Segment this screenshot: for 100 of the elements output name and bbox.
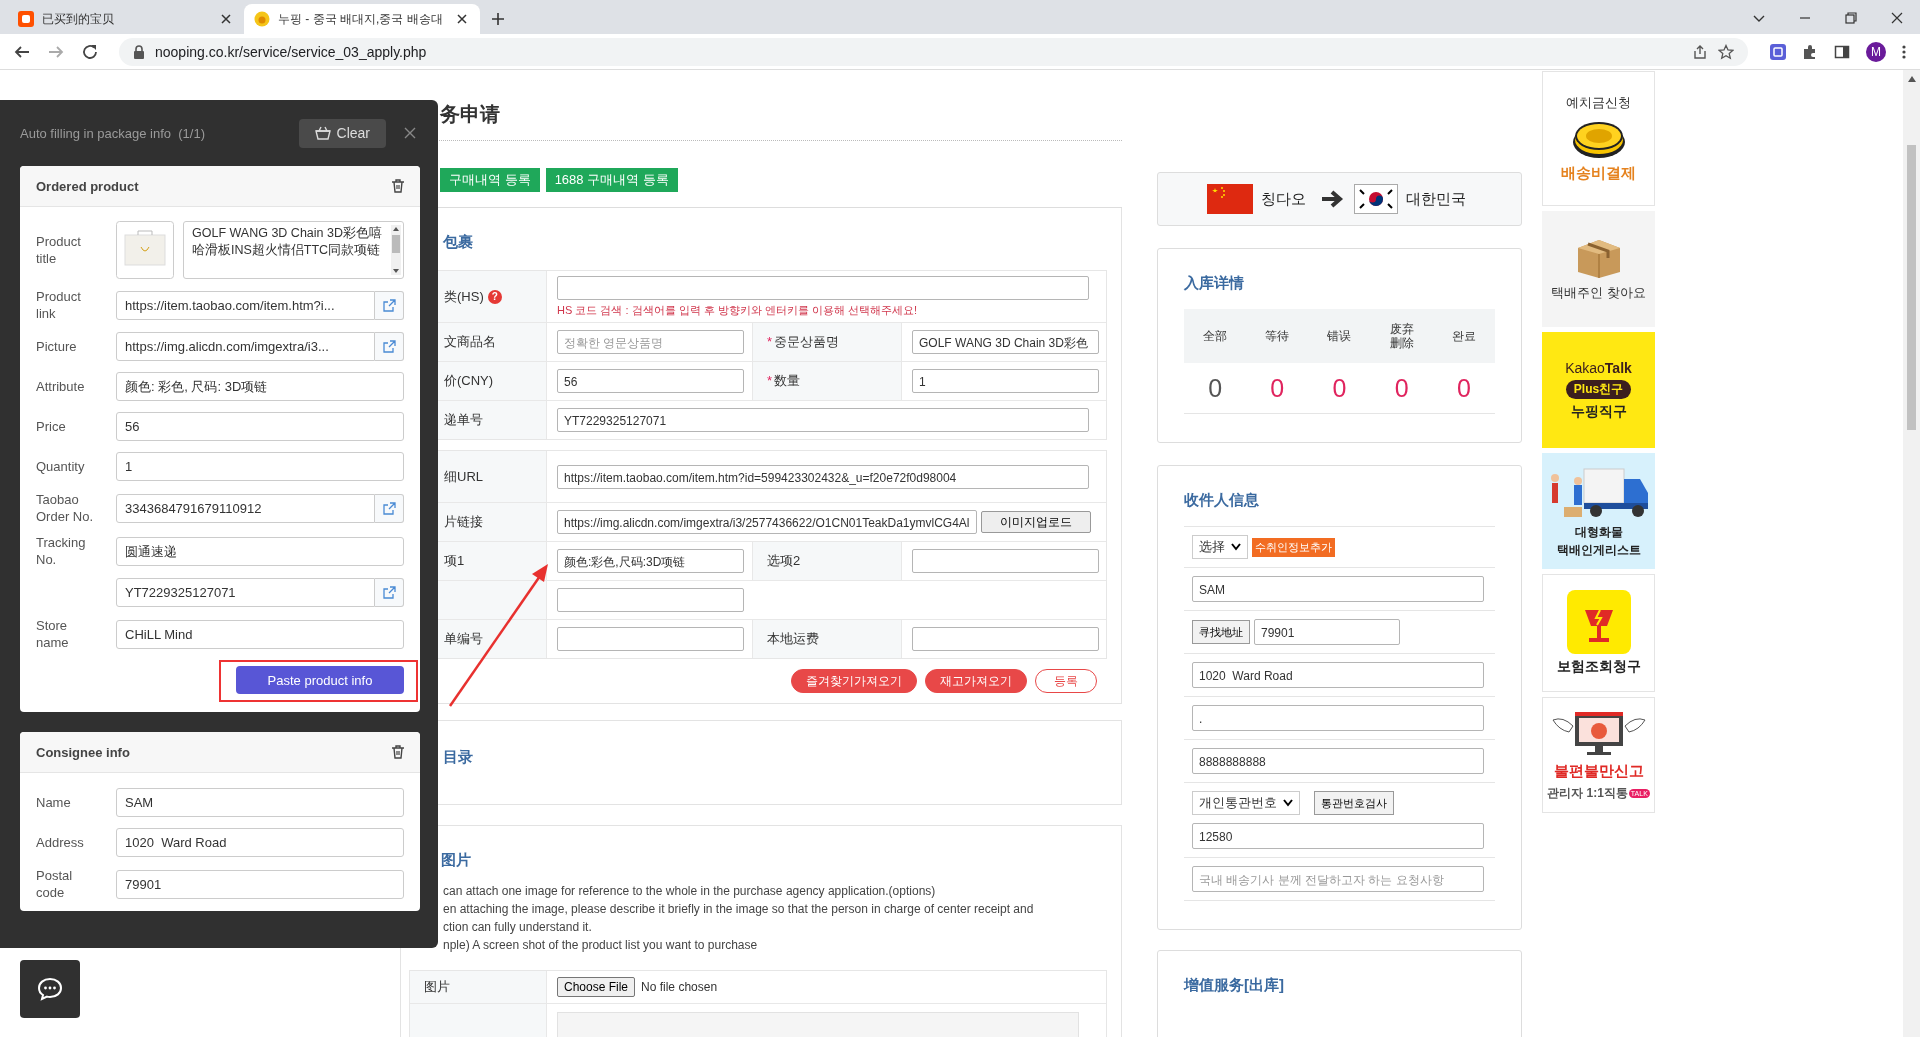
puzzle-icon[interactable] <box>1802 43 1818 60</box>
section-heading: 收件人信息 <box>1184 490 1260 510</box>
input-field[interactable] <box>557 627 744 651</box>
field-label: Product title <box>36 233 82 267</box>
external-link-icon <box>382 340 396 353</box>
field-label: Name <box>36 794 72 811</box>
caret-icon <box>1231 543 1241 551</box>
input-field[interactable]: CHiLL Mind <box>116 619 404 649</box>
reload-icon[interactable] <box>81 42 99 61</box>
profile-avatar[interactable]: M <box>1866 41 1886 62</box>
page-title: 务申请 <box>440 102 501 127</box>
input-field[interactable]: SAM <box>116 788 404 817</box>
browser-tab[interactable]: 已买到的宝贝 <box>8 4 244 34</box>
banner-text: 관리자 1:1직통 <box>1547 785 1628 802</box>
banner-tile[interactable]: 대형화물 택배인게리스트 <box>1542 453 1655 569</box>
input-field[interactable]: 颜色:彩色,尺码:3D项链 <box>557 549 744 573</box>
action-button[interactable]: 즐겨찾기가져오기 <box>791 669 917 693</box>
lock-icon <box>133 44 145 59</box>
close-icon[interactable] <box>1890 11 1904 25</box>
browser-tab[interactable]: 누핑 - 중국 배대지,중국 배송대 <box>244 4 480 34</box>
field-label: Quantity <box>36 458 86 475</box>
input-field[interactable]: 56 <box>116 412 404 441</box>
input-field[interactable]: https://img.alicdn.com/imgextra/i3... <box>116 332 375 361</box>
count-value: 0 <box>1331 373 1348 403</box>
china-flag-icon <box>1207 184 1253 214</box>
upload-button[interactable]: 이미지업로드 <box>981 511 1091 533</box>
section-heading: 目录 <box>443 747 474 767</box>
choose-file-button[interactable]: Choose File <box>557 977 636 997</box>
field-label: Attribute <box>36 378 86 395</box>
panel-title: Auto filling in package info (1/1) <box>20 125 205 141</box>
banner-text: 불편불만신고 <box>1553 762 1644 781</box>
trash-icon[interactable] <box>392 179 404 193</box>
action-button[interactable]: 등록 <box>1035 669 1097 693</box>
star-icon[interactable] <box>1718 43 1734 60</box>
scroll-thumb[interactable] <box>1907 145 1916 430</box>
help-icon[interactable]: ? <box>487 289 502 304</box>
input-field[interactable]: 79901 <box>116 869 404 899</box>
input-field[interactable]: 56 <box>557 369 744 393</box>
address-search-button[interactable]: 寻找地址 <box>1192 620 1250 644</box>
trash-icon[interactable] <box>392 745 404 759</box>
input-field[interactable]: . <box>1192 705 1484 731</box>
dropdown[interactable]: 개인통관번호 <box>1192 791 1300 815</box>
section-heading: 增值服务[出库] <box>1184 975 1285 995</box>
input-field[interactable]: https://item.taobao.com/item.htm?id=599423302432&_u=f20e72f0d98004 <box>557 464 1089 489</box>
form-label: *数量 <box>752 362 902 400</box>
open-link-button[interactable] <box>375 493 404 523</box>
scrollbar[interactable] <box>391 225 401 275</box>
input-field[interactable]: 圆通速递 <box>116 536 404 566</box>
clear-button[interactable]: Clear <box>298 118 386 148</box>
new-tab-icon[interactable] <box>490 11 506 27</box>
field-label: Tracking No. <box>36 534 87 568</box>
menu-icon[interactable] <box>1902 43 1906 60</box>
input-field[interactable]: 颜色: 彩色, 尺码: 3D项链 <box>116 372 404 401</box>
text-area[interactable]: GOLF WANG 3D Chain 3D彩色嘻哈滑板INS超火情侣TTC同款项链 <box>183 221 404 279</box>
caret-icon <box>1283 799 1293 807</box>
banner-tile[interactable]: 보험조회청구 <box>1542 574 1655 692</box>
input-field[interactable]: 8888888888 <box>1192 748 1484 774</box>
column-header: 완료 <box>1450 329 1477 343</box>
input-field[interactable]: SAM <box>1192 576 1484 602</box>
open-link-button[interactable] <box>375 290 404 320</box>
input-field[interactable]: https://item.taobao.com/item.htm?i... <box>116 290 375 320</box>
product-title-text: GOLF WANG 3D Chain 3D彩色嘻哈滑板INS超火情侣TTC同款项链 <box>191 225 383 259</box>
product-thumbnail <box>116 221 174 279</box>
input-field[interactable]: 3343684791679110912 <box>116 493 375 523</box>
input-field[interactable] <box>557 275 1089 300</box>
input-field[interactable]: GOLF WANG 3D Chain 3D彩色 <box>912 330 1099 354</box>
korea-flag-icon <box>1354 184 1398 214</box>
input-field[interactable] <box>557 588 744 612</box>
banner-tile[interactable]: 예치금신청 배송비결제 <box>1542 71 1655 206</box>
input-field[interactable]: 79901 <box>1254 619 1400 645</box>
chat-button[interactable] <box>20 960 80 1018</box>
input-field[interactable]: 1020 Ward Road <box>1192 662 1484 688</box>
input-field[interactable]: 1 <box>912 369 1099 393</box>
note-text: nple) A screen shot of the product list you want to purchase <box>443 937 759 954</box>
restore-icon[interactable] <box>1844 11 1858 25</box>
input-field[interactable]: YT7229325127071 <box>557 408 1089 432</box>
input-field[interactable] <box>912 627 1099 651</box>
banner-tile[interactable]: KakaoTalk Plus친구 누핑직구 <box>1542 332 1655 448</box>
input-field[interactable]: 12580 <box>1192 823 1484 849</box>
address-bar[interactable]: nooping.co.kr/service/service_03_apply.php <box>119 37 1748 66</box>
dropdown-value: 개인통관번호 <box>1199 794 1277 812</box>
favicon-icon <box>18 11 34 27</box>
input-field[interactable]: YT7229325127071 <box>116 578 375 607</box>
customs-check-button[interactable]: 통관번호검사 <box>1314 791 1394 815</box>
input-field[interactable]: 1 <box>116 452 404 481</box>
banner-tile[interactable]: 택배주인 찾아요 <box>1542 211 1655 327</box>
input-field[interactable]: 1020 Ward Road <box>116 828 404 857</box>
action-button[interactable]: 재고가져오기 <box>925 669 1027 693</box>
external-link-icon <box>382 586 396 599</box>
dropdown[interactable]: 选择 <box>1192 535 1248 559</box>
input-field[interactable]: https://img.alicdn.com/imgextra/i3/2577436622/O1CN01TeakDa1ymvlCG4Al <box>557 510 977 534</box>
input-field[interactable] <box>912 549 1099 573</box>
paste-button[interactable]: Paste product info <box>236 666 404 694</box>
scroll-up-icon[interactable] <box>1907 76 1916 82</box>
sidebar-icon[interactable] <box>1834 43 1850 60</box>
form-label: 选项2 <box>752 542 902 580</box>
plus-friend-badge: Plus친구 <box>1565 379 1632 399</box>
scrollbar[interactable] <box>1903 70 1920 1037</box>
share-icon[interactable] <box>1692 43 1708 60</box>
extension-icon[interactable] <box>1770 43 1786 60</box>
